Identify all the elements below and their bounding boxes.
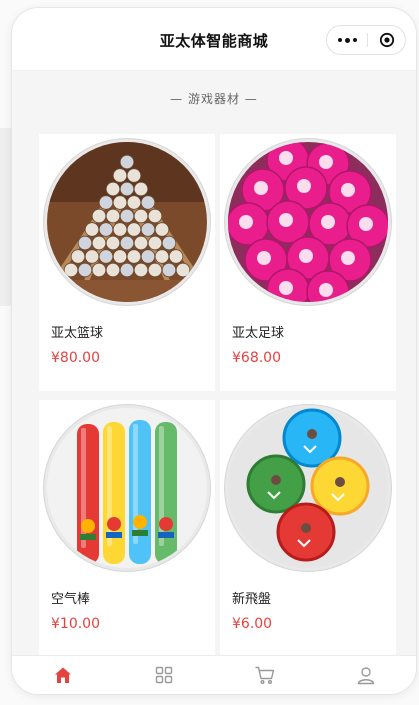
product-price: ¥10.00: [51, 616, 100, 632]
product-card-football[interactable]: 亚太足球 ¥68.00: [220, 134, 396, 391]
tab-bar: [12, 655, 416, 694]
screen: 亚太体智能商城 — 游戏器材 — 亚太篮球 ¥80.00 亚太足球 ¥68.00…: [0, 0, 419, 705]
product-card-frisbee[interactable]: 新飛盤 ¥6.00: [220, 400, 396, 657]
product-price: ¥80.00: [51, 350, 100, 366]
tab-category[interactable]: [113, 656, 214, 694]
cart-icon: [255, 666, 274, 684]
product-image-football[interactable]: [228, 142, 388, 302]
category-grid-icon: [155, 666, 172, 684]
product-name: 空气棒: [51, 592, 91, 607]
product-price: ¥6.00: [232, 616, 273, 632]
product-name: 亚太篮球: [51, 326, 104, 341]
product-card-basketball[interactable]: 亚太篮球 ¥80.00: [39, 134, 215, 391]
user-icon: [357, 667, 374, 685]
tab-profile[interactable]: [315, 656, 416, 694]
background-panel: [0, 128, 12, 306]
target-circle-icon[interactable]: [368, 26, 406, 54]
product-image-air-stick[interactable]: [47, 408, 207, 568]
product-image-basketball[interactable]: [47, 142, 207, 302]
product-price: ¥68.00: [232, 350, 281, 366]
navigation-bar: 亚太体智能商城: [12, 8, 416, 71]
home-icon: [54, 667, 71, 683]
phone-frame: 亚太体智能商城 — 游戏器材 — 亚太篮球 ¥80.00 亚太足球 ¥68.00…: [12, 8, 416, 694]
tab-cart[interactable]: [214, 656, 315, 694]
mini-program-capsule: [326, 25, 406, 55]
product-image-frisbee[interactable]: [228, 408, 388, 568]
product-name: 亚太足球: [232, 326, 285, 341]
product-name: 新飛盤: [232, 592, 272, 607]
section-header: — 游戏器材 —: [170, 92, 258, 106]
product-card-air-stick[interactable]: 空气棒 ¥10.00: [39, 400, 215, 657]
tab-home[interactable]: [12, 656, 113, 694]
more-dots-icon[interactable]: [327, 26, 367, 54]
